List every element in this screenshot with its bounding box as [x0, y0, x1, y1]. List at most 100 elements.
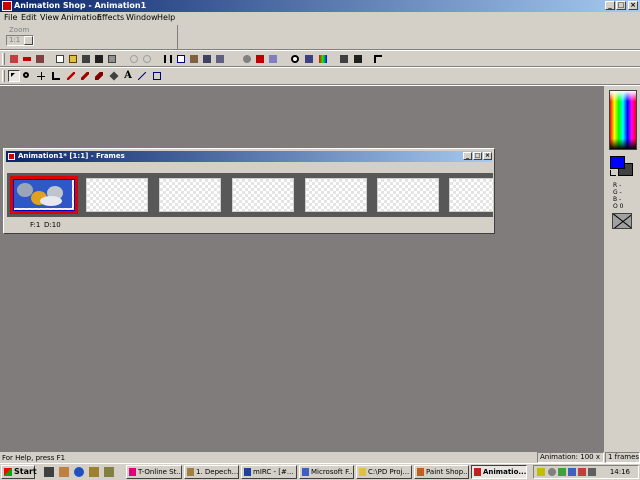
text-tool-icon[interactable]: A — [122, 70, 134, 82]
task-microsoft[interactable]: Microsoft F... — [299, 465, 354, 479]
storyboard-icon[interactable] — [352, 53, 364, 65]
properties-icon[interactable] — [267, 53, 279, 65]
start-button[interactable]: Start — [1, 465, 37, 479]
paste-before-icon[interactable] — [214, 53, 226, 65]
tray-icon[interactable] — [558, 468, 566, 476]
zoom-value: 1:1 — [9, 36, 21, 44]
task-label: 1. Depech... — [196, 468, 239, 476]
chevron-down-icon[interactable] — [24, 36, 33, 45]
dropper-tool-icon[interactable] — [65, 70, 77, 82]
frame-1[interactable] — [10, 176, 78, 214]
doc-icon[interactable] — [8, 153, 15, 160]
app-icon[interactable] — [2, 1, 12, 11]
frame-number: F:1 — [30, 221, 41, 229]
optimization-wizard-icon[interactable] — [34, 53, 46, 65]
print-icon[interactable] — [106, 53, 118, 65]
frame-delay: D:10 — [44, 221, 61, 229]
task-depeche[interactable]: 1. Depech... — [184, 465, 239, 479]
banner-wizard-icon[interactable] — [21, 53, 33, 65]
palette-icon[interactable] — [317, 53, 329, 65]
volume-icon[interactable] — [588, 468, 596, 476]
word-icon — [302, 468, 309, 476]
crop-tool-icon[interactable] — [50, 70, 62, 82]
menu-edit[interactable]: Edit — [21, 13, 37, 23]
task-label: Animatio... — [483, 468, 527, 476]
menu-file[interactable]: File — [4, 13, 17, 23]
transparent-swatch-icon[interactable] — [612, 213, 632, 229]
empty-frame-slot — [159, 178, 221, 212]
title-bar[interactable]: Animation Shop - Animation1 _ □ × — [0, 0, 640, 12]
doc-close-button[interactable]: × — [483, 152, 492, 160]
save-as-icon[interactable] — [93, 53, 105, 65]
zoom-toolbar: Zoom 1:1 — [0, 25, 178, 49]
animation-wizard-icon[interactable] — [8, 53, 20, 65]
zoom-tool-icon[interactable] — [21, 70, 33, 82]
tray-icon[interactable] — [568, 468, 576, 476]
menu-bar: File Edit View Animation Effects Window … — [0, 12, 640, 24]
tray-icon[interactable] — [548, 468, 556, 476]
mirc-icon — [244, 468, 251, 476]
foreground-color-swatch[interactable] — [610, 156, 625, 169]
mover-tool-icon[interactable] — [35, 70, 47, 82]
copy-icon[interactable] — [175, 53, 187, 65]
paintbrush-tool-icon[interactable] — [79, 70, 91, 82]
zoom-select[interactable]: 1:1 — [6, 35, 34, 46]
menu-effects[interactable]: Effects — [97, 13, 124, 23]
redo-icon[interactable] — [141, 53, 153, 65]
show-desktop-icon[interactable] — [44, 467, 54, 477]
task-tonline[interactable]: T-Online St... — [126, 465, 182, 479]
tray-icon[interactable] — [537, 468, 545, 476]
quicklaunch-app-icon[interactable] — [104, 467, 114, 477]
empty-frame-slot — [305, 178, 367, 212]
task-label: Paint Shop... — [426, 468, 469, 476]
task-mirc[interactable]: mIRC - [#... — [241, 465, 297, 479]
task-label: Microsoft F... — [311, 468, 354, 476]
workspace[interactable] — [0, 86, 604, 452]
internet-explorer-icon[interactable] — [74, 467, 84, 477]
delete-frame-icon[interactable] — [254, 53, 266, 65]
line-tool-icon[interactable] — [136, 70, 148, 82]
player-icon — [187, 468, 194, 476]
paste-new-icon[interactable] — [201, 53, 213, 65]
tray-icon[interactable] — [578, 468, 586, 476]
help-icon[interactable] — [372, 53, 384, 65]
menu-help[interactable]: Help — [157, 13, 175, 23]
task-paint-shop[interactable]: Paint Shop... — [414, 465, 469, 479]
task-folder[interactable]: C:\PD Proj... — [356, 465, 412, 479]
clock[interactable]: 14:16 — [610, 467, 630, 477]
insert-frame-icon[interactable] — [241, 53, 253, 65]
arrow-tool-icon[interactable] — [8, 70, 20, 82]
close-button[interactable]: × — [628, 1, 638, 10]
animation-frames-window[interactable]: Animation1* [1:1] - Frames _ □ × F:1 D:1… — [3, 148, 495, 234]
preview-icon[interactable] — [289, 53, 301, 65]
cut-icon[interactable] — [162, 53, 174, 65]
view-animation-icon[interactable] — [303, 53, 315, 65]
quicklaunch-app-icon[interactable] — [89, 467, 99, 477]
toolbar-grip[interactable] — [2, 70, 5, 82]
eraser-tool-icon[interactable] — [93, 70, 105, 82]
color-spectrum[interactable] — [609, 90, 637, 150]
new-icon[interactable] — [54, 53, 66, 65]
shape-tool-icon[interactable] — [151, 70, 163, 82]
menu-animation[interactable]: Animation — [61, 13, 102, 23]
minimize-button[interactable]: _ — [605, 1, 615, 10]
undo-icon[interactable] — [128, 53, 140, 65]
doc-title-bar[interactable]: Animation1* [1:1] - Frames _ □ × — [6, 151, 492, 162]
doc-minimize-button[interactable]: _ — [463, 152, 472, 160]
quicklaunch-tool-icon[interactable] — [59, 467, 69, 477]
swap-colors-icon[interactable] — [610, 170, 616, 176]
frame-view-icon[interactable] — [338, 53, 350, 65]
fill-tool-icon[interactable] — [108, 70, 120, 82]
toolbar-grip[interactable] — [2, 53, 5, 65]
tool-palette: A — [0, 68, 640, 84]
maximize-button[interactable]: □ — [616, 1, 626, 10]
rgb-green: G - — [613, 189, 622, 196]
save-icon[interactable] — [80, 53, 92, 65]
paste-icon[interactable] — [188, 53, 200, 65]
open-icon[interactable] — [67, 53, 79, 65]
task-animation-shop[interactable]: Animatio... — [471, 465, 527, 479]
menu-window[interactable]: Window — [126, 13, 158, 23]
menu-view[interactable]: View — [40, 13, 59, 23]
doc-maximize-button[interactable]: □ — [473, 152, 482, 160]
zoom-label: Zoom — [9, 26, 30, 34]
